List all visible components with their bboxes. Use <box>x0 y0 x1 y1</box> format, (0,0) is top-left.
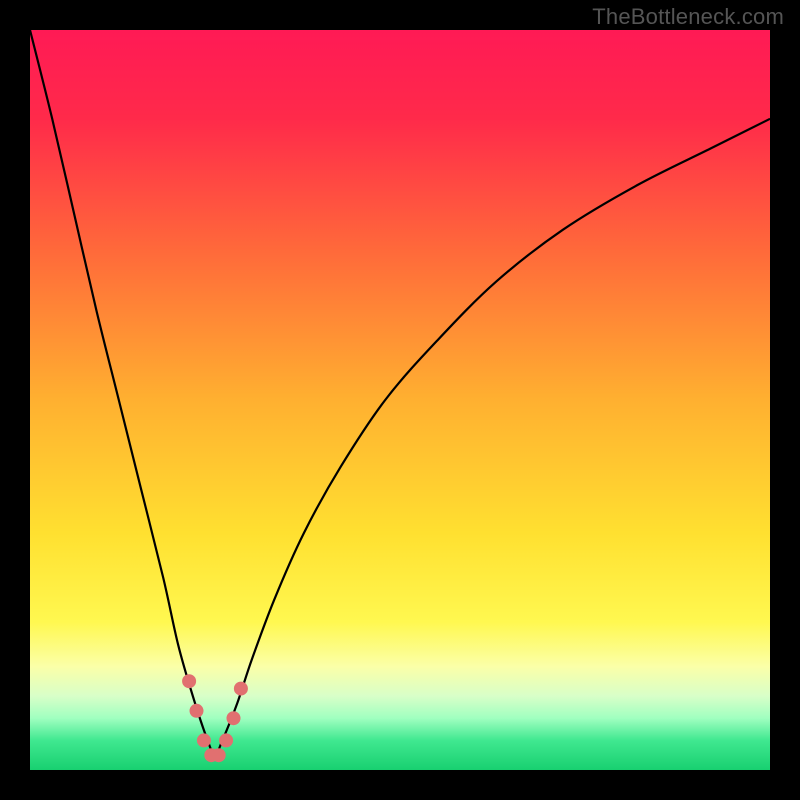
marker-point <box>227 711 241 725</box>
curve-layer <box>30 30 770 770</box>
marker-point <box>190 704 204 718</box>
plot-area <box>30 30 770 770</box>
chart-frame: TheBottleneck.com <box>0 0 800 800</box>
near-optimum-markers <box>182 674 248 762</box>
marker-point <box>197 733 211 747</box>
watermark-text: TheBottleneck.com <box>592 4 784 30</box>
marker-point <box>182 674 196 688</box>
marker-point <box>219 733 233 747</box>
marker-point <box>234 682 248 696</box>
marker-point <box>212 748 226 762</box>
bottleneck-curve <box>30 30 770 755</box>
